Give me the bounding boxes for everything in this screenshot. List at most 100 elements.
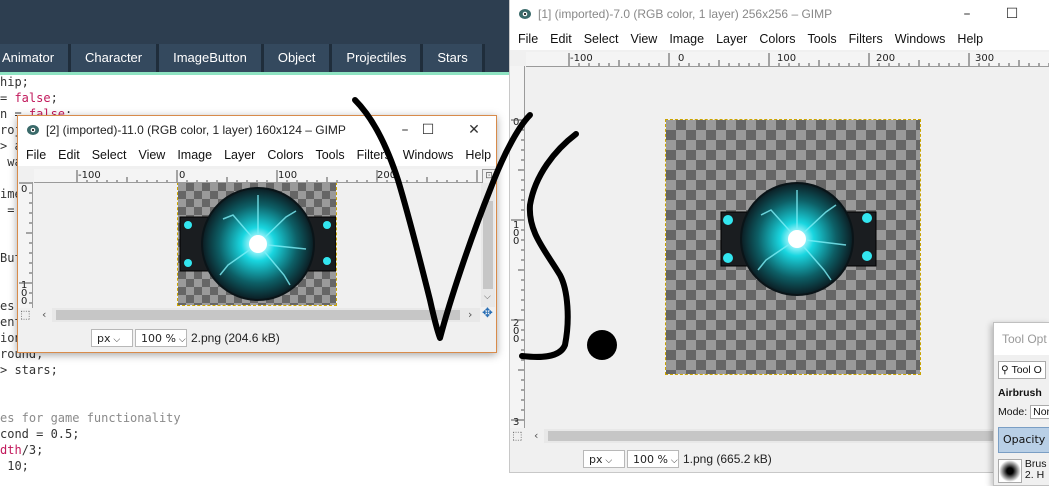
vertical-ruler[interactable]: 0 1 0 0 (18, 182, 33, 308)
tab-projectiles[interactable]: Projectiles (332, 44, 424, 72)
gimp-window-large: [1] (imported)-7.0 (RGB color, 1 layer) … (509, 0, 1049, 473)
vertical-scrollbar[interactable]: ⌵ (481, 183, 495, 307)
quick-mask-icon[interactable]: ⬚ (512, 430, 522, 442)
scroll-right-icon[interactable]: › (468, 309, 472, 321)
mode-row: Mode: Norr (998, 405, 1049, 419)
menu-layer[interactable]: Layer (710, 28, 753, 50)
ruler-ticks (76, 170, 478, 182)
scroll-left-icon[interactable]: ‹ (534, 430, 538, 442)
tab-stars[interactable]: Stars (423, 44, 485, 72)
code-line: es for game functionality (0, 411, 181, 425)
status-bar: px ⌵ 100 % ⌵ 1.png (665.2 kB) (510, 447, 1049, 471)
image-canvas[interactable] (525, 67, 1049, 427)
tool-options-tab[interactable]: ⚲ Tool O (998, 361, 1046, 379)
code-line: 10; (0, 459, 29, 473)
zoom-selector[interactable]: 100 % ⌵ (135, 329, 187, 347)
menu-image[interactable]: Image (663, 28, 710, 50)
window-title: [2] (imported)-11.0 (RGB color, 1 layer)… (46, 123, 346, 137)
gimp-icon (27, 125, 39, 135)
status-filename: 2.png (204.6 kB) (191, 331, 280, 345)
horizontal-scrollbar[interactable]: ‹ › (42, 308, 480, 322)
scrollbar-thumb[interactable] (548, 431, 1028, 441)
ruler-ticks (511, 119, 524, 421)
editor-header (0, 0, 509, 44)
active-tab-indicator (0, 72, 509, 75)
vertical-ruler[interactable]: 0 1 0 0 2 0 0 3 (510, 66, 525, 428)
menu-bar: File Edit Select View Image Layer Colors… (18, 144, 496, 166)
menu-help[interactable]: Help (951, 28, 989, 50)
unit-selector[interactable]: px ⌵ (91, 329, 133, 347)
scrollbar-thumb[interactable] (56, 310, 460, 320)
menu-filters[interactable]: Filters (351, 144, 397, 166)
brush-tool-icon: ⚲ (1001, 364, 1009, 376)
image-layer[interactable] (665, 119, 921, 375)
scroll-down-icon[interactable]: ⌵ (484, 291, 491, 303)
horizontal-ruler[interactable]: -100 0 100 200 (34, 169, 482, 183)
scrollbar-thumb[interactable] (483, 201, 493, 289)
unit-selector[interactable]: px ⌵ (583, 450, 625, 468)
tab-object[interactable]: Object (263, 44, 333, 72)
tool-options-panel: Tool Opt ⚲ Tool O Airbrush Mode: Norr Op… (993, 322, 1049, 486)
energy-orb-sprite (179, 187, 337, 301)
menu-edit[interactable]: Edit (52, 144, 86, 166)
image-layer[interactable] (177, 183, 337, 306)
title-bar: [2] (imported)-11.0 (RGB color, 1 layer)… (18, 116, 496, 144)
menu-help[interactable]: Help (459, 144, 497, 166)
editor-tab-bar: Animator Character ImageButton Object Pr… (0, 44, 509, 72)
navigation-move-icon[interactable]: ✥ (482, 307, 493, 320)
menu-colors[interactable]: Colors (261, 144, 309, 166)
brush-row: Brus 2. H (998, 459, 1047, 483)
menu-filters[interactable]: Filters (843, 28, 889, 50)
code-line: = false; (0, 91, 58, 105)
navigate-icon[interactable]: ⊡ (482, 169, 496, 184)
gimp-icon (519, 9, 531, 19)
code-line: = (0, 203, 15, 217)
menu-tools[interactable]: Tools (801, 28, 842, 50)
status-bar: px ⌵ 100 % ⌵ 2.png (204.6 kB) (18, 326, 496, 350)
mode-label: Mode: (998, 406, 1028, 418)
tab-character[interactable]: Character (71, 44, 160, 72)
menu-select[interactable]: Select (578, 28, 625, 50)
menu-tools[interactable]: Tools (309, 144, 350, 166)
menu-bar: File Edit Select View Image Layer Colors… (510, 28, 1049, 50)
menu-file[interactable]: File (510, 28, 544, 50)
window-title: [1] (imported)-7.0 (RGB color, 1 layer) … (538, 7, 833, 21)
menu-select[interactable]: Select (86, 144, 133, 166)
scroll-left-icon[interactable]: ‹ (42, 309, 46, 321)
opacity-slider[interactable]: Opacity (998, 427, 1049, 453)
menu-view[interactable]: View (624, 28, 663, 50)
code-line: dth/3; (0, 443, 44, 457)
code-line: hip; (0, 75, 29, 89)
maximize-button[interactable]: ☐ (405, 116, 451, 144)
mode-select[interactable]: Norr (1030, 405, 1049, 419)
menu-windows[interactable]: Windows (397, 144, 460, 166)
tab-imagebutton[interactable]: ImageButton (159, 44, 264, 72)
horizontal-ruler[interactable]: -100 0 100 200 300 (526, 52, 1049, 67)
image-canvas[interactable] (33, 183, 481, 307)
menu-view[interactable]: View (132, 144, 171, 166)
menu-layer[interactable]: Layer (218, 144, 261, 166)
panel-title: Tool Opt (994, 323, 1049, 355)
brush-preview[interactable] (998, 459, 1022, 483)
close-button[interactable]: ✕ (451, 116, 497, 144)
ruler-ticks (568, 53, 1049, 66)
quick-mask-icon[interactable]: ⬚ (20, 309, 30, 321)
ruler-ticks (19, 182, 32, 304)
title-bar: [1] (imported)-7.0 (RGB color, 1 layer) … (510, 0, 1049, 28)
menu-edit[interactable]: Edit (544, 28, 578, 50)
maximize-button[interactable]: ☐ (989, 0, 1035, 28)
menu-image[interactable]: Image (171, 144, 218, 166)
code-line: es (0, 299, 15, 313)
menu-windows[interactable]: Windows (889, 28, 952, 50)
menu-file[interactable]: File (18, 144, 52, 166)
minimize-button[interactable]: – (944, 0, 990, 28)
code-line: > stars; (0, 363, 58, 377)
code-line: cond = 0.5; (0, 427, 80, 441)
gimp-window-small: [2] (imported)-11.0 (RGB color, 1 layer)… (17, 115, 497, 353)
tool-name: Airbrush (998, 387, 1042, 399)
energy-orb-sprite (720, 182, 877, 296)
menu-colors[interactable]: Colors (753, 28, 801, 50)
horizontal-scrollbar[interactable]: ‹ (534, 429, 1049, 443)
tab-animator[interactable]: Animator (0, 44, 72, 72)
zoom-selector[interactable]: 100 % ⌵ (627, 450, 679, 468)
